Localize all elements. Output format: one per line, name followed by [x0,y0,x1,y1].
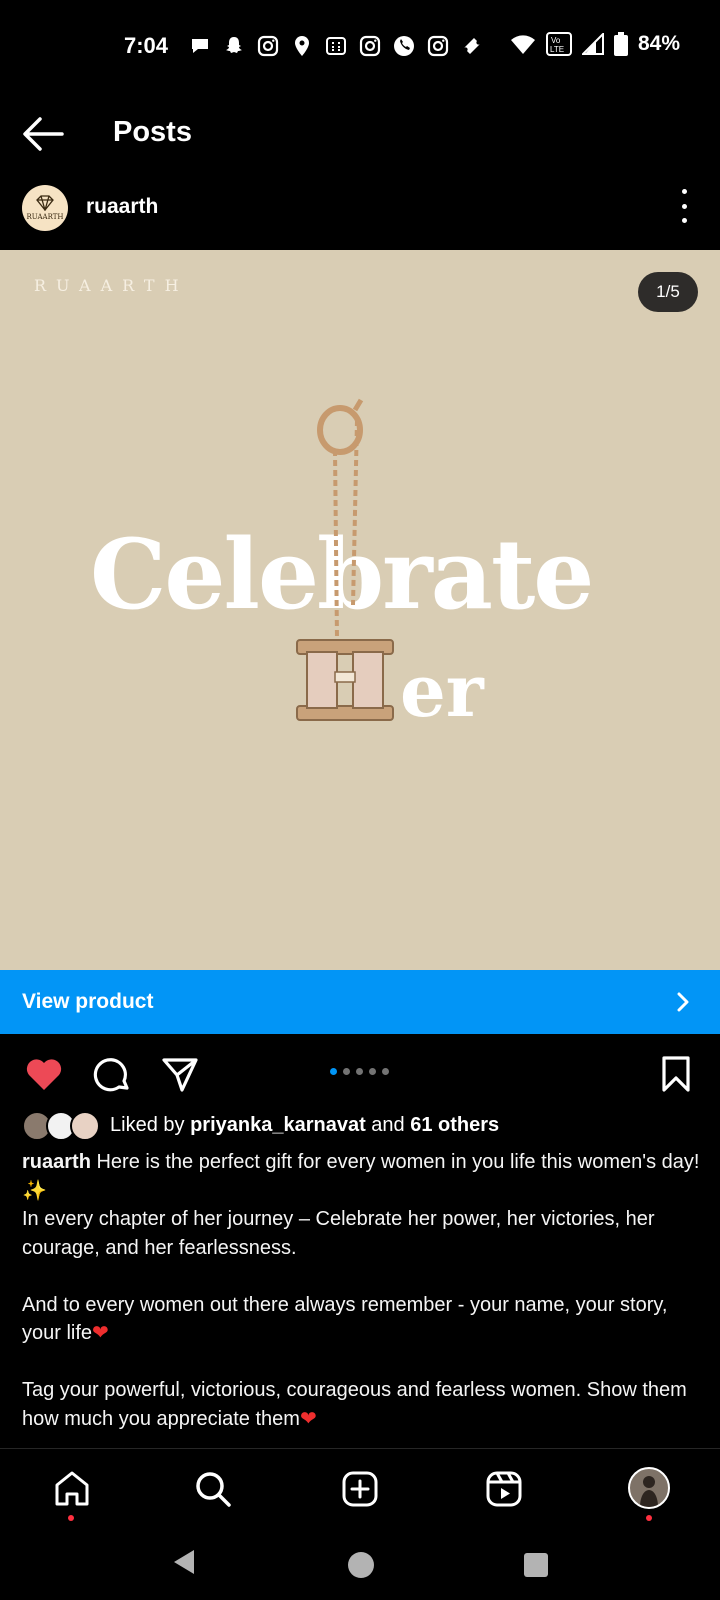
carousel-dot [343,1068,350,1075]
svg-text:Vo: Vo [551,36,561,45]
system-navigation [0,1528,720,1600]
chevron-right-icon [677,992,689,1012]
likes-text: Liked by priyanka_karnavat and 61 others [110,1114,499,1137]
carousel-dot [356,1068,363,1075]
create-post-icon[interactable] [340,1469,380,1509]
profile-notification-dot [646,1515,652,1521]
caption-paragraph: ruaarth Here is the perfect gift for eve… [22,1148,702,1205]
arrow-left-icon[interactable] [22,116,64,152]
view-product-label: View product [22,990,154,1013]
heart-emoji: ❤ [299,1407,317,1430]
liker-username[interactable]: priyanka_karnavat [190,1114,366,1136]
likes-others-count[interactable]: 61 others [410,1114,499,1136]
pendant-charm-icon [296,398,394,721]
system-recents-icon[interactable] [524,1553,548,1577]
phone-icon [394,36,414,56]
post-username[interactable]: ruaarth [86,195,158,219]
system-back-icon[interactable] [172,1548,196,1576]
volte-icon: VoLTE [545,32,572,56]
likes-row[interactable]: Liked by priyanka_karnavat and 61 others [22,1111,712,1143]
more-options-icon[interactable] [678,189,690,223]
headline-her: er [400,648,484,733]
carousel-counter: 1/5 [638,272,698,312]
status-bar: 7:04 Vo LTE 84% [0,0,720,90]
home-icon[interactable] [52,1469,92,1509]
battery-icon [613,32,628,56]
liker-avatar [70,1111,100,1141]
chat-bubble-icon [192,39,208,53]
caption-line-1: Here is the perfect gift for every women… [90,1151,700,1173]
liker-avatars [22,1111,102,1141]
carousel-dot [369,1068,376,1075]
carousel-indicator [330,1068,389,1075]
avatar-brand-text: RUAARTH [26,213,64,221]
profile-avatar[interactable] [628,1467,670,1509]
caption-line-3: And to every women out there always reme… [22,1293,668,1345]
snapchat-icon [226,37,242,53]
caption-line-4: Tag your powerful, victorious, courageou… [22,1379,687,1430]
comment-icon[interactable] [92,1054,132,1094]
carousel-dot [382,1068,389,1075]
caption-paragraph: And to every women out there always reme… [22,1291,702,1348]
avatar[interactable]: RUAARTH [22,185,68,231]
location-pin-icon [295,36,309,56]
home-notification-dot [68,1515,74,1521]
instagram-icon [427,35,449,57]
system-home-icon[interactable] [348,1552,374,1578]
heart-liked-icon[interactable] [24,1054,64,1094]
likes-middle: and [365,1114,411,1136]
view-product-bar[interactable]: View product [0,970,720,1034]
bottom-navigation [0,1448,720,1528]
carousel-dot-active [330,1068,337,1075]
notification-icons [188,34,484,58]
share-send-icon[interactable] [160,1054,200,1094]
caption-paragraph: Tag your powerful, victorious, courageou… [22,1376,702,1433]
sparkles-emoji: ✨ [22,1179,47,1202]
post-owner-row: RUAARTH ruaarth [0,183,720,239]
signal-icon [581,33,604,55]
reels-icon[interactable] [484,1469,524,1509]
status-time: 7:04 [124,33,169,58]
bookmark-icon[interactable] [656,1054,696,1094]
svg-text:LTE: LTE [550,45,564,54]
post-caption: ruaarth Here is the perfect gift for eve… [22,1148,702,1433]
battery-percent: 84% [637,32,680,55]
instagram-icon [359,35,381,57]
ticket-icon [464,38,480,54]
brand-watermark: RUAARTH [34,276,189,295]
diamond-logo-icon [36,195,54,211]
likes-prefix: Liked by [110,1114,191,1136]
wifi-icon [510,35,535,54]
calculator-icon [326,37,346,55]
caption-username[interactable]: ruaarth [22,1151,91,1173]
post-actions [0,1050,720,1100]
search-icon[interactable] [193,1469,233,1509]
page-title: Posts [113,116,192,148]
profile-photo [640,1476,658,1507]
top-bar: Posts [0,100,720,170]
caption-line-2: In every chapter of her journey – Celebr… [22,1208,655,1259]
post-image[interactable]: RUAARTH 1/5 Celebrate er [0,250,720,970]
heart-emoji: ❤ [92,1322,109,1344]
instagram-icon [257,35,279,57]
system-indicators: Vo LTE 84% [510,32,680,56]
